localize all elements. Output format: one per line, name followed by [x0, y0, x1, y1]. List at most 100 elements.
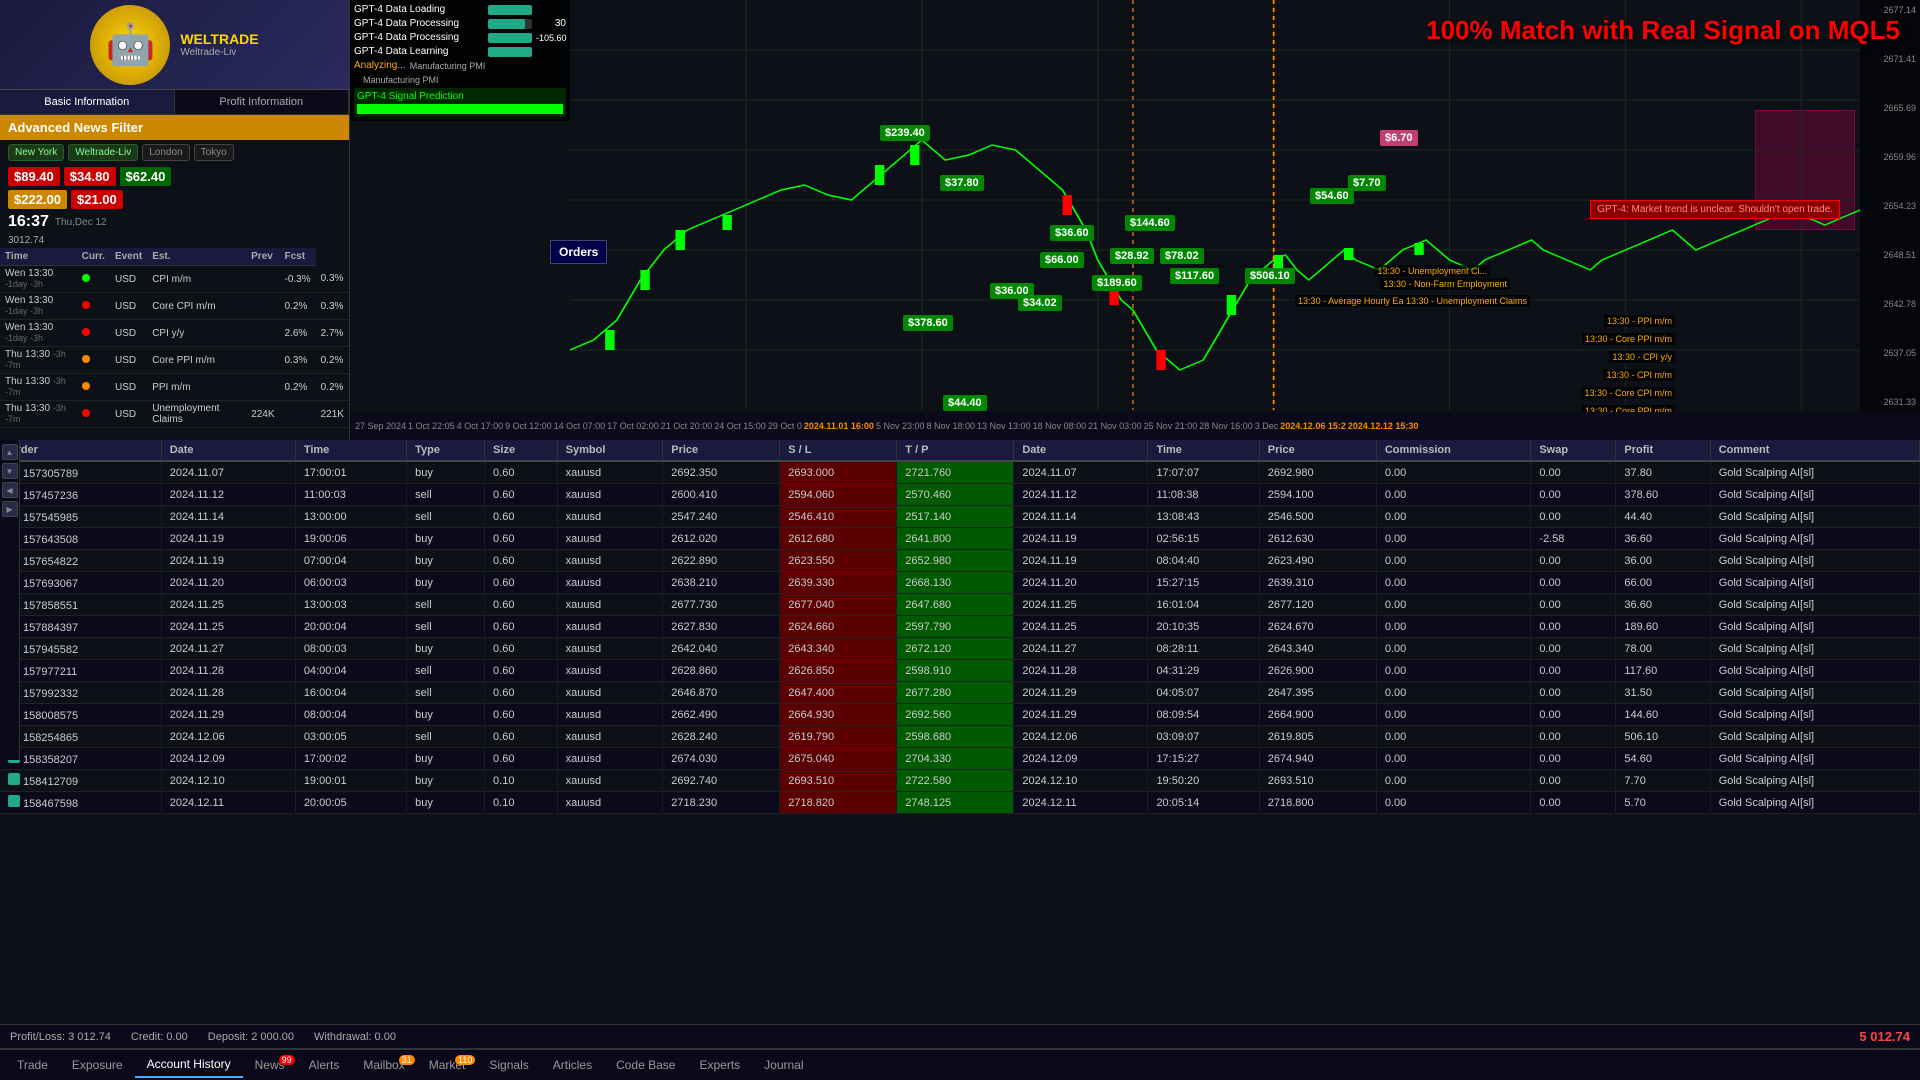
axis-val-7: 2642.78 — [1864, 299, 1916, 309]
tab-articles[interactable]: Articles — [541, 1053, 604, 1077]
td-profit: 36.60 — [1616, 594, 1710, 616]
td-ctime: 20:10:35 — [1148, 616, 1259, 638]
td-swap: 0.00 — [1531, 792, 1616, 814]
price-label-15: $54.60 — [1310, 188, 1354, 204]
news-td-fcst: 2.7% — [316, 320, 349, 347]
td-comment: Gold Scalping AI[sl] — [1710, 770, 1919, 792]
td-symbol: xauusd — [557, 770, 663, 792]
news-label-3: 13:30 - Average Hourly Ea 13:30 - Unempl… — [1295, 295, 1530, 307]
gpt-bar-1 — [488, 5, 532, 15]
orders-panel: Orders — [550, 240, 607, 264]
td-tp: 2677.280 — [897, 682, 1014, 704]
price-badge-1: $89.40 — [8, 167, 60, 186]
td-cdate: 2024.12.11 — [1014, 792, 1148, 814]
td-profit: 7.70 — [1616, 770, 1710, 792]
th-size: Size — [485, 440, 558, 461]
td-symbol: xauusd — [557, 616, 663, 638]
td-time: 20:00:05 — [295, 792, 406, 814]
tl-19: 2024.12.06 15:2 — [1280, 421, 1346, 431]
tab-journal[interactable]: Journal — [752, 1053, 815, 1077]
price-badge-2: $34.80 — [64, 167, 116, 186]
td-size: 0.60 — [485, 484, 558, 506]
td-symbol: xauusd — [557, 682, 663, 704]
td-time: 17:00:02 — [295, 748, 406, 770]
toolbar-btn-3[interactable]: ◀ — [2, 482, 18, 498]
news-badge: 99 — [279, 1055, 295, 1065]
td-cprice: 2674.940 — [1259, 748, 1376, 770]
td-type: buy — [407, 770, 485, 792]
price-label-7: $117.60 — [1170, 268, 1219, 284]
td-swap: -2.58 — [1531, 528, 1616, 550]
td-cprice: 2643.340 — [1259, 638, 1376, 660]
th-swap: Swap — [1531, 440, 1616, 461]
tab-basic-info[interactable]: Basic Information — [0, 90, 175, 114]
gpt-signal-box: GPT-4: Market trend is unclear. Shouldn'… — [1590, 200, 1840, 219]
tab-signals[interactable]: Signals — [477, 1053, 540, 1077]
profit-total: 5 012.74 — [1859, 1029, 1910, 1044]
td-tp: 2517.140 — [897, 506, 1014, 528]
td-price: 2628.240 — [663, 726, 780, 748]
info-tabs: Basic Information Profit Information — [0, 90, 349, 115]
tab-profit-info[interactable]: Profit Information — [175, 90, 350, 114]
trade-table-row: 157457236 2024.11.12 11:00:03 sell 0.60 … — [0, 484, 1920, 506]
td-sl: 2718.820 — [780, 792, 897, 814]
tab-trade[interactable]: Trade — [5, 1053, 60, 1077]
td-comment: Gold Scalping AI[sl] — [1710, 616, 1919, 638]
price-row-2: $222.00 $21.00 — [0, 188, 349, 211]
td-symbol: xauusd — [557, 726, 663, 748]
tab-alerts[interactable]: Alerts — [297, 1053, 352, 1077]
bottom-tabs: Trade Exposure Account History News99 Al… — [0, 1048, 1920, 1080]
toolbar-btn-2[interactable]: ▼ — [2, 463, 18, 479]
td-size: 0.60 — [485, 572, 558, 594]
news-td-dot — [77, 320, 110, 347]
tab-mailbox[interactable]: Mailbox31 — [351, 1053, 416, 1077]
match-banner: 100% Match with Real Signal on MQL5 — [1426, 15, 1900, 46]
td-cdate: 2024.11.19 — [1014, 550, 1148, 572]
tab-code-base[interactable]: Code Base — [604, 1053, 687, 1077]
td-price: 2627.830 — [663, 616, 780, 638]
td-date: 2024.11.19 — [161, 528, 295, 550]
tl-8: 24 Oct 15:00 — [714, 421, 766, 431]
td-symbol: xauusd — [557, 528, 663, 550]
td-swap: 0.00 — [1531, 748, 1616, 770]
td-price: 2677.730 — [663, 594, 780, 616]
td-time: 11:00:03 — [295, 484, 406, 506]
tab-account-history[interactable]: Account History — [135, 1052, 243, 1078]
td-sl: 2693.000 — [780, 461, 897, 484]
td-cdate: 2024.11.29 — [1014, 682, 1148, 704]
toolbar-btn-4[interactable]: ▶ — [2, 501, 18, 517]
clock-row: 16:37 Thu,Dec 12 — [0, 211, 349, 233]
td-size: 0.60 — [485, 726, 558, 748]
td-cdate: 2024.12.09 — [1014, 748, 1148, 770]
price-badge-4: $222.00 — [8, 190, 67, 209]
td-cdate: 2024.11.28 — [1014, 660, 1148, 682]
td-comment: Gold Scalping AI[sl] — [1710, 704, 1919, 726]
td-order: 157693067 — [0, 572, 161, 594]
side-toolbar: ▲ ▼ ◀ ▶ — [0, 440, 20, 760]
signal-prediction: GPT-4 Signal Prediction — [354, 88, 566, 117]
tab-news[interactable]: News99 — [243, 1053, 297, 1077]
tl-16: 25 Nov 21:00 — [1144, 421, 1198, 431]
gpt-panel: GPT-4 Data Loading GPT-4 Data Processing… — [350, 0, 570, 121]
th-type: Type — [407, 440, 485, 461]
td-time: 19:00:01 — [295, 770, 406, 792]
td-price: 2612.020 — [663, 528, 780, 550]
footer-info: Profit/Loss: 3 012.74 Credit: 0.00 Depos… — [0, 1024, 1920, 1048]
td-comm: 0.00 — [1376, 660, 1531, 682]
td-ctime: 08:28:11 — [1148, 638, 1259, 660]
signal-label: GPT-4 Signal Prediction — [357, 91, 563, 102]
news-td-dot — [77, 401, 110, 428]
td-cdate: 2024.12.10 — [1014, 770, 1148, 792]
td-tp: 2672.120 — [897, 638, 1014, 660]
news-table-row: Wen 13:30 -1day -3h USD Core CPI m/m 0.2… — [0, 293, 349, 320]
tab-experts[interactable]: Experts — [687, 1053, 752, 1077]
tab-market[interactable]: Market110 — [417, 1053, 478, 1077]
td-comment: Gold Scalping AI[sl] — [1710, 506, 1919, 528]
td-type: buy — [407, 550, 485, 572]
td-profit: 36.00 — [1616, 550, 1710, 572]
tab-exposure[interactable]: Exposure — [60, 1053, 135, 1077]
td-ctime: 19:50:20 — [1148, 770, 1259, 792]
tl-12: 8 Nov 18:00 — [926, 421, 975, 431]
td-price: 2622.890 — [663, 550, 780, 572]
toolbar-btn-1[interactable]: ▲ — [2, 444, 18, 460]
